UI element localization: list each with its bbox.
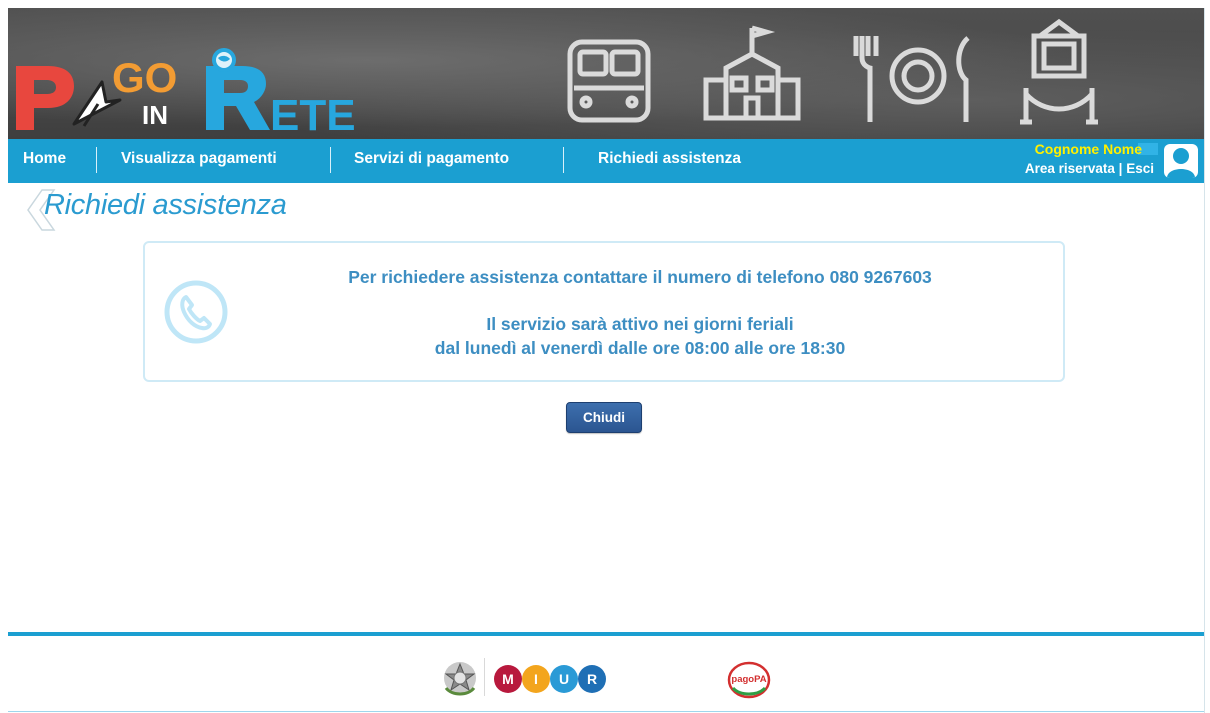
pago-in-rete-logo[interactable]: GO IN ETE [8,22,368,132]
service-days-text: Il servizio sarà attivo nei giorni feria… [486,314,794,334]
user-links: Area riservata | Esci [1025,161,1154,176]
bus-icon [567,39,651,123]
svg-text:M: M [502,671,514,687]
svg-text:I: I [534,671,538,687]
area-riservata-link[interactable]: Area riservata [1025,161,1115,176]
nav-home[interactable]: Home [23,139,66,183]
nav-separator [563,147,564,173]
phone-icon [164,280,228,344]
svg-text:pagoPA: pagoPA [731,674,766,685]
svg-text:R: R [587,671,597,687]
school-icon [703,25,801,121]
user-avatar[interactable] [1164,144,1198,178]
page-title: Richiedi assistenza [44,189,287,221]
assistance-info-box: Per richiedere assistenza contattare il … [143,241,1065,382]
svg-text:U: U [559,671,569,687]
nav-servizi-di-pagamento[interactable]: Servizi di pagamento [354,139,509,183]
footer-bottom-line [8,711,1204,712]
miur-logo[interactable]: M I U R [493,664,607,694]
italian-republic-emblem-icon [444,662,476,696]
footer-top-line [8,632,1204,636]
nav-richiedi-assistenza[interactable]: Richiedi assistenza [598,139,741,183]
main-navbar: Home Visualizza pagamenti Servizi di pag… [8,139,1204,183]
chalk-icons [567,18,1098,125]
user-links-separator: | [1118,161,1123,176]
museum-icon [1020,18,1098,125]
close-button[interactable]: Chiudi [566,402,642,433]
assistance-phone-text: Per richiedere assistenza contattare il … [348,267,932,287]
svg-text:GO: GO [112,54,177,101]
header-banner: GO IN ETE [8,8,1204,139]
service-hours-text: dal lunedì al venerdì dalle ore 08:00 al… [434,338,846,358]
logout-link[interactable]: Esci [1126,161,1154,176]
nav-visualizza-pagamenti[interactable]: Visualizza pagamenti [121,139,277,183]
nav-separator [330,147,331,173]
nav-separator [96,147,97,173]
cafeteria-icon [853,36,970,122]
user-icon [1167,148,1195,178]
pagopa-logo[interactable]: pagoPA [724,660,774,700]
user-name: Cognome Nome [1034,141,1142,157]
svg-text:ETE: ETE [270,91,356,132]
footer-divider [484,658,485,696]
svg-text:IN: IN [142,100,168,130]
